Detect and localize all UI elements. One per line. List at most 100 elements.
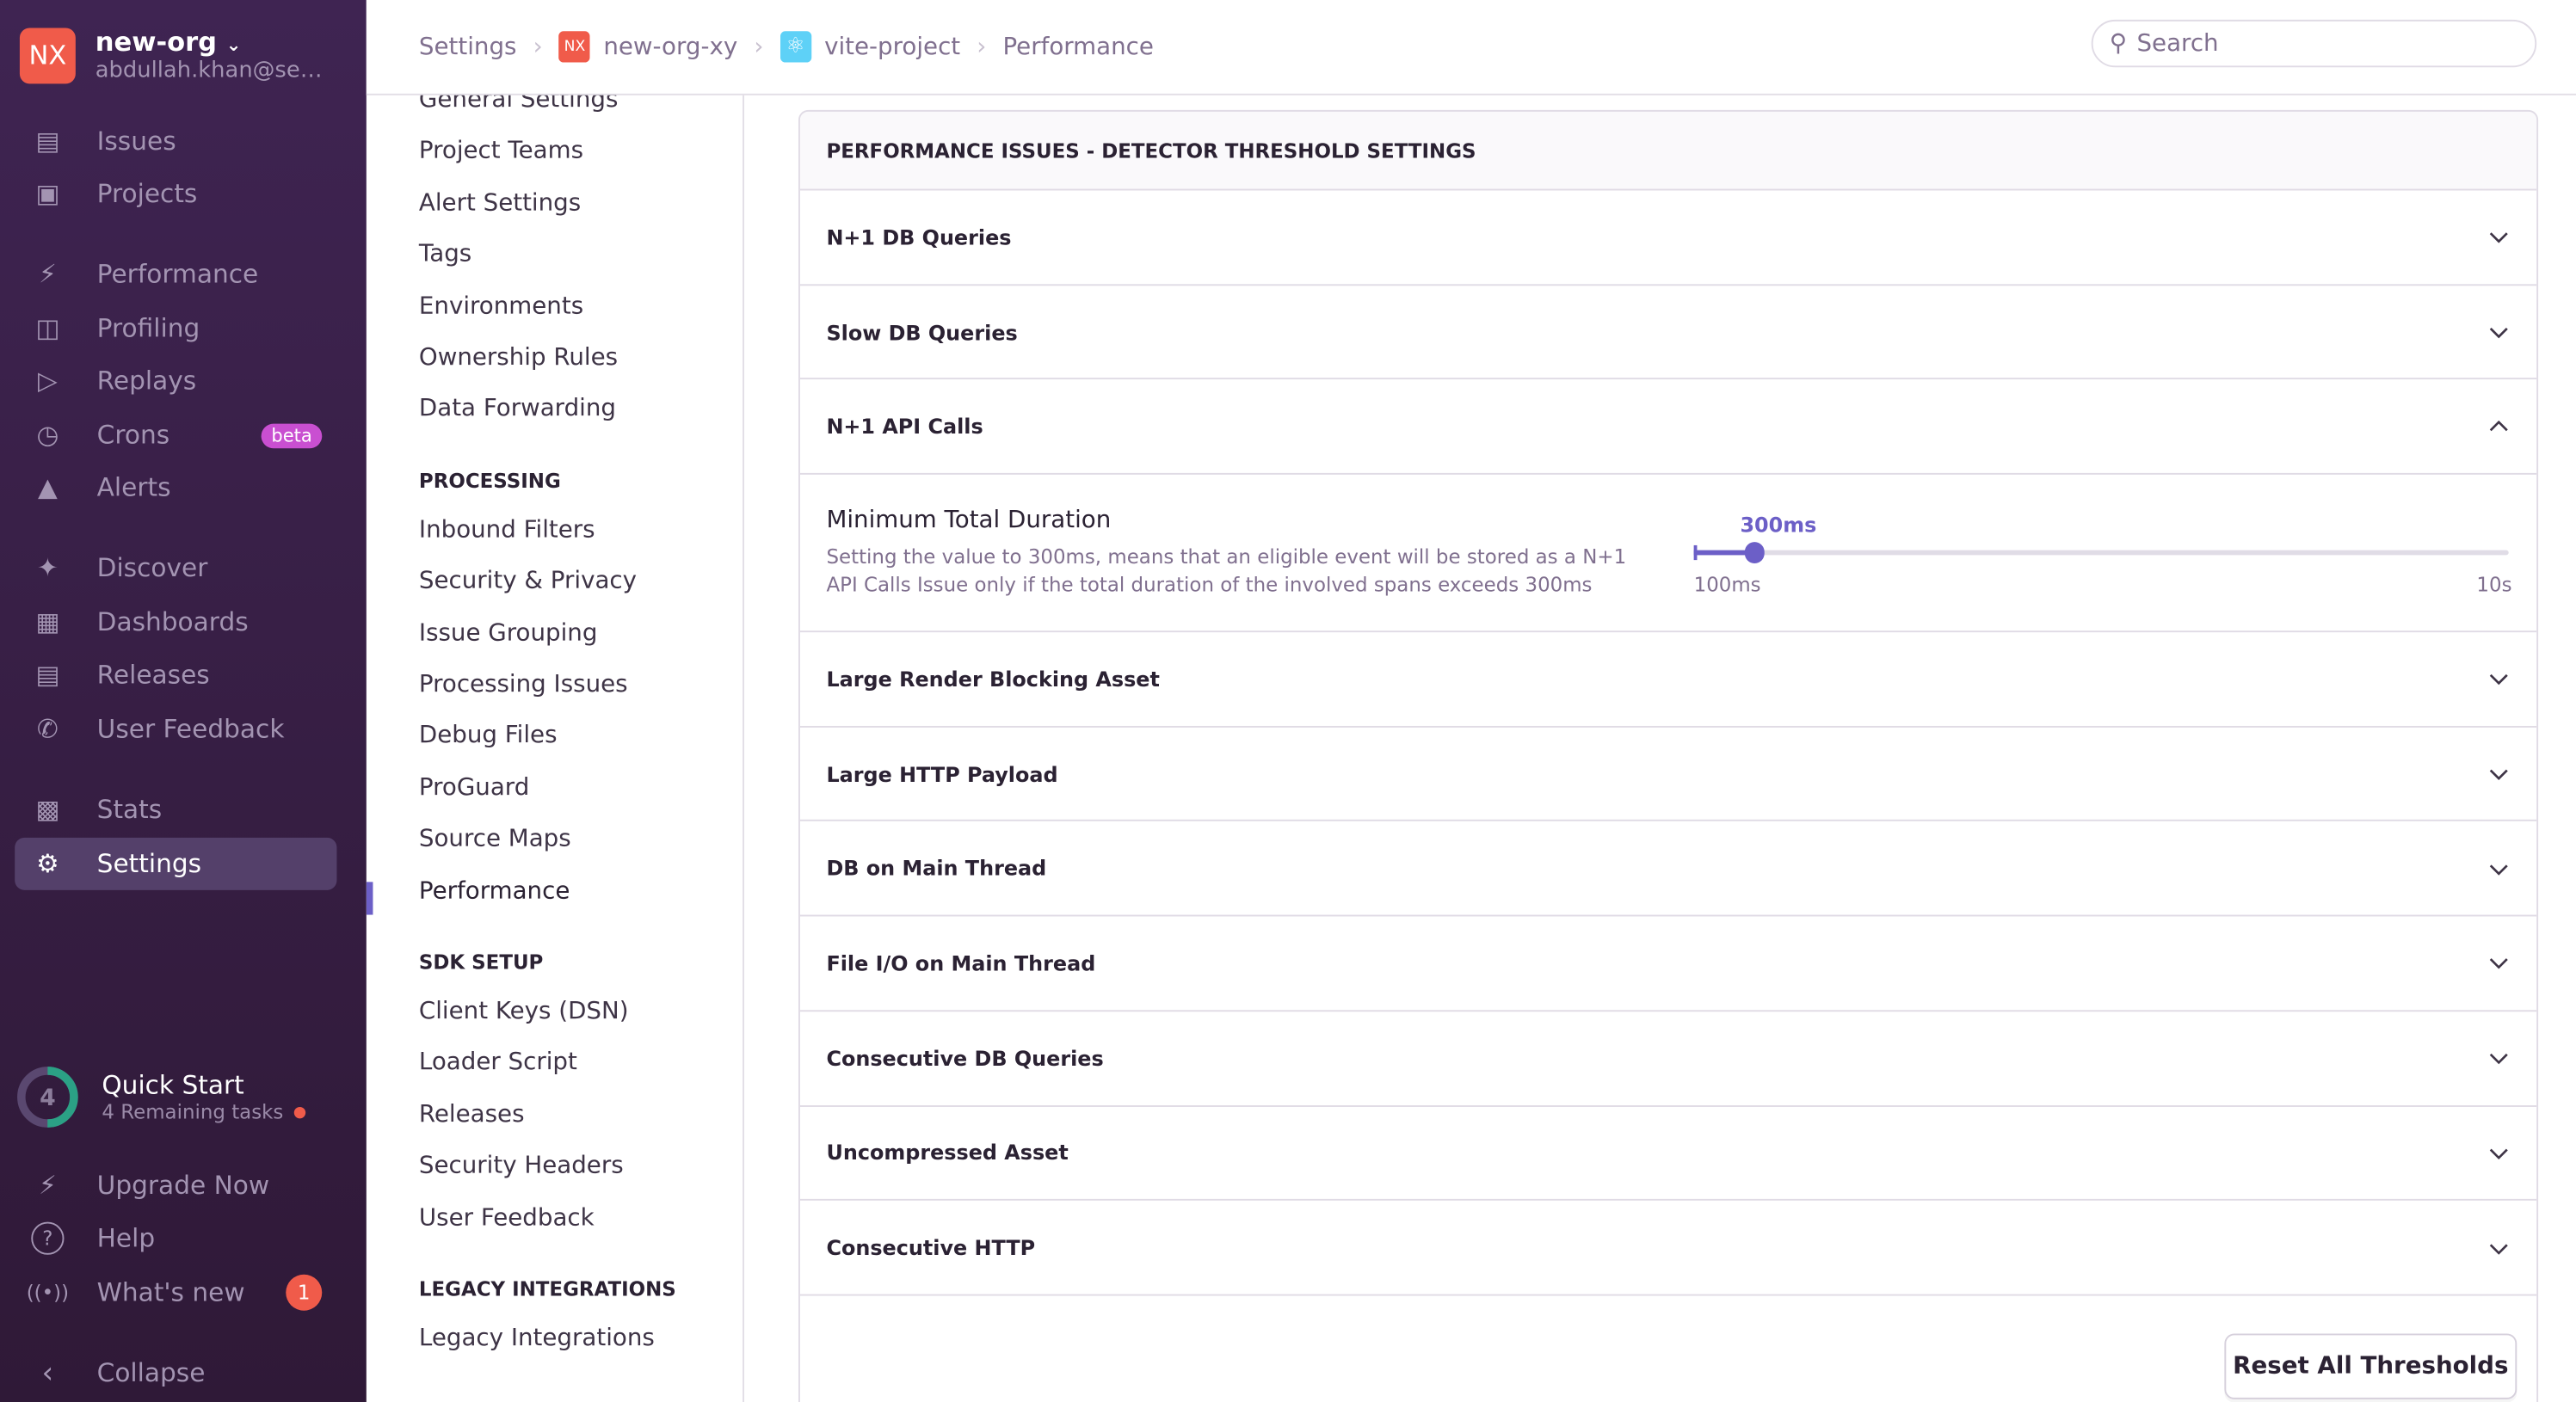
chevron-down-icon[interactable] [2487, 762, 2511, 785]
svg-text:4: 4 [40, 1085, 56, 1111]
detector-row-slow-db-queries[interactable]: Slow DB Queries [799, 286, 2537, 380]
settings-nav-source-maps[interactable]: Source Maps [419, 827, 571, 853]
sidebar-item-crons[interactable]: ◷ Crons beta [15, 409, 336, 461]
primary-sidebar: NX new-org ⌄ abdullah.khan@sentry.io ▤Is… [0, 0, 367, 1402]
broadcast-icon: ((•)) [26, 1281, 70, 1305]
chevron-down-icon[interactable] [2487, 1047, 2511, 1070]
detector-row-uncompressed-asset[interactable]: Uncompressed Asset [799, 1106, 2537, 1202]
settings-nav-security-headers[interactable]: Security Headers [419, 1153, 624, 1180]
settings-nav-tags[interactable]: Tags [419, 242, 471, 268]
settings-nav-issue-grouping[interactable]: Issue Grouping [419, 620, 598, 647]
sidebar-item-discover[interactable]: ✦ Discover [15, 542, 336, 594]
detector-row-large-render-blocking-asset[interactable]: Large Render Blocking Asset [799, 632, 2537, 728]
settings-nav-debug-files[interactable]: Debug Files [419, 723, 558, 750]
section-legacy: LEGACY INTEGRATIONS [418, 1277, 676, 1301]
megaphone-icon: ✆ [36, 714, 59, 744]
search-input[interactable]: ⚲ Search [2091, 19, 2537, 68]
chevron-down-icon[interactable] [2487, 320, 2511, 343]
settings-nav-ownership-rules[interactable]: Ownership Rules [419, 345, 618, 372]
quick-start[interactable]: 4 Quick Start 4 Remaining tasks [15, 1064, 305, 1129]
settings-nav-user-feedback[interactable]: User Feedback [419, 1205, 595, 1232]
siren-icon: ▲ [37, 472, 58, 503]
help-button[interactable]: ? Help [15, 1212, 336, 1264]
settings-nav-client-keys-dsn-[interactable]: Client Keys (DSN) [419, 999, 629, 1025]
duration-slider[interactable]: 300ms 100ms 10s [1693, 475, 2512, 632]
setting-label: Minimum Total Duration [826, 507, 1112, 534]
upgrade-now-button[interactable]: ⚡ Upgrade Now [15, 1159, 336, 1212]
detector-row-file-i-o-on-main-thread[interactable]: File I/O on Main Thread [799, 917, 2537, 1012]
lightning-icon: ⚡ [38, 259, 57, 290]
collapse-button[interactable]: ‹ Collapse [15, 1347, 336, 1399]
section-processing: PROCESSING [418, 469, 561, 493]
quick-start-title: Quick Start [102, 1070, 244, 1101]
sidebar-item-performance[interactable]: ⚡ Performance [15, 248, 336, 300]
chevron-down-icon[interactable] [2487, 857, 2511, 880]
package-icon: ▤ [35, 660, 60, 690]
chevron-down-icon[interactable] [2487, 951, 2511, 975]
search-icon: ⚲ [2109, 30, 2128, 57]
sidebar-item-user-feedback[interactable]: ✆ User Feedback [15, 703, 336, 755]
slider-track[interactable] [1693, 550, 2509, 556]
sidebar-item-releases[interactable]: ▤ Releases [15, 649, 336, 701]
settings-nav-security-privacy[interactable]: Security & Privacy [419, 569, 637, 595]
sidebar-item-stats[interactable]: ▩ Stats [15, 784, 336, 836]
org-switcher[interactable]: NX new-org ⌄ abdullah.khan@sentry.io [19, 26, 334, 84]
settings-nav-inbound-filters[interactable]: Inbound Filters [419, 517, 595, 544]
detector-row-n-1-db-queries[interactable]: N+1 DB Queries [799, 190, 2537, 286]
breadcrumb-org[interactable]: new-org-xy [603, 34, 737, 60]
section-sdk-setup: SDK SETUP [418, 950, 544, 975]
expanded-setting: Minimum Total Duration Setting the value… [799, 475, 2537, 633]
chevron-right-icon: › [977, 34, 987, 60]
slider-value: 300ms [1740, 512, 1817, 538]
breadcrumb-settings[interactable]: Settings [419, 34, 517, 60]
chevron-down-icon[interactable] [2487, 1141, 2511, 1165]
org-icon: NX [558, 31, 591, 63]
detector-row-consecutive-db-queries[interactable]: Consecutive DB Queries [799, 1012, 2537, 1107]
sidebar-item-projects[interactable]: ▣ Projects [15, 168, 336, 220]
chevron-down-icon[interactable] [2487, 667, 2511, 691]
settings-nav-project-teams[interactable]: Project Teams [419, 138, 583, 165]
slider-handle[interactable] [1745, 542, 1766, 564]
detector-row-db-on-main-thread[interactable]: DB on Main Thread [799, 822, 2537, 917]
settings-nav: General Settings Project Teams Alert Setti… [366, 95, 744, 1402]
sidebar-item-settings[interactable]: ⚙ Settings [15, 837, 337, 890]
settings-nav-alert-settings[interactable]: Alert Settings [419, 190, 581, 217]
sidebar-item-alerts[interactable]: ▲ Alerts [15, 462, 336, 514]
whats-new-count: 1 [286, 1274, 323, 1311]
chevron-up-icon[interactable] [2487, 415, 2511, 439]
detector-row-n-1-api-calls[interactable]: N+1 API Calls [799, 380, 2537, 475]
reset-all-thresholds-button[interactable]: Reset All Thresholds [2224, 1333, 2517, 1399]
sidebar-item-replays[interactable]: ▷ Replays [15, 354, 336, 407]
chevron-down-icon[interactable] [2487, 225, 2511, 249]
settings-nav-general-settings[interactable]: General Settings [419, 95, 618, 114]
sidebar-item-issues[interactable]: ▤ Issues [15, 115, 336, 168]
whats-new-button[interactable]: ((•)) What's new 1 [15, 1266, 336, 1319]
breadcrumb-project[interactable]: vite-project [824, 34, 960, 60]
lightning-circle-icon: ⚡ [38, 1171, 57, 1201]
chevron-down-icon: ⌄ [225, 34, 242, 56]
user-email: abdullah.khan@sentry.io [95, 57, 334, 84]
settings-nav-processing-issues[interactable]: Processing Issues [419, 672, 628, 698]
settings-nav-releases[interactable]: Releases [419, 1102, 525, 1128]
active-indicator [366, 881, 373, 914]
settings-nav-data-forwarding[interactable]: Data Forwarding [419, 397, 616, 423]
panel-title: PERFORMANCE ISSUES - DETECTOR THRESHOLD … [799, 111, 2537, 191]
quick-start-progress-ring: 4 [17, 1067, 78, 1128]
chevron-right-icon: › [533, 34, 543, 60]
settings-nav-proguard[interactable]: ProGuard [419, 775, 529, 802]
settings-nav-loader-script[interactable]: Loader Script [419, 1050, 577, 1077]
settings-nav-environments[interactable]: Environments [419, 293, 583, 320]
slider-min-label: 100ms [1693, 573, 1761, 597]
profiling-icon: ◫ [35, 313, 60, 344]
sidebar-item-profiling[interactable]: ◫ Profiling [15, 302, 336, 354]
chevron-down-icon[interactable] [2487, 1236, 2511, 1259]
detector-row-large-http-payload[interactable]: Large HTTP Payload [799, 727, 2537, 822]
org-name: new-org [95, 26, 218, 58]
settings-nav-performance[interactable]: Performance [419, 878, 570, 905]
sidebar-item-dashboards[interactable]: ▦ Dashboards [15, 596, 336, 649]
settings-nav-legacy-integrations[interactable]: Legacy Integrations [419, 1325, 655, 1352]
setting-description: Setting the value to 300ms, means that a… [826, 545, 1627, 597]
beta-badge: beta [261, 422, 323, 448]
detector-row-consecutive-http[interactable]: Consecutive HTTP [799, 1201, 2537, 1296]
chevron-right-icon: › [754, 34, 764, 60]
